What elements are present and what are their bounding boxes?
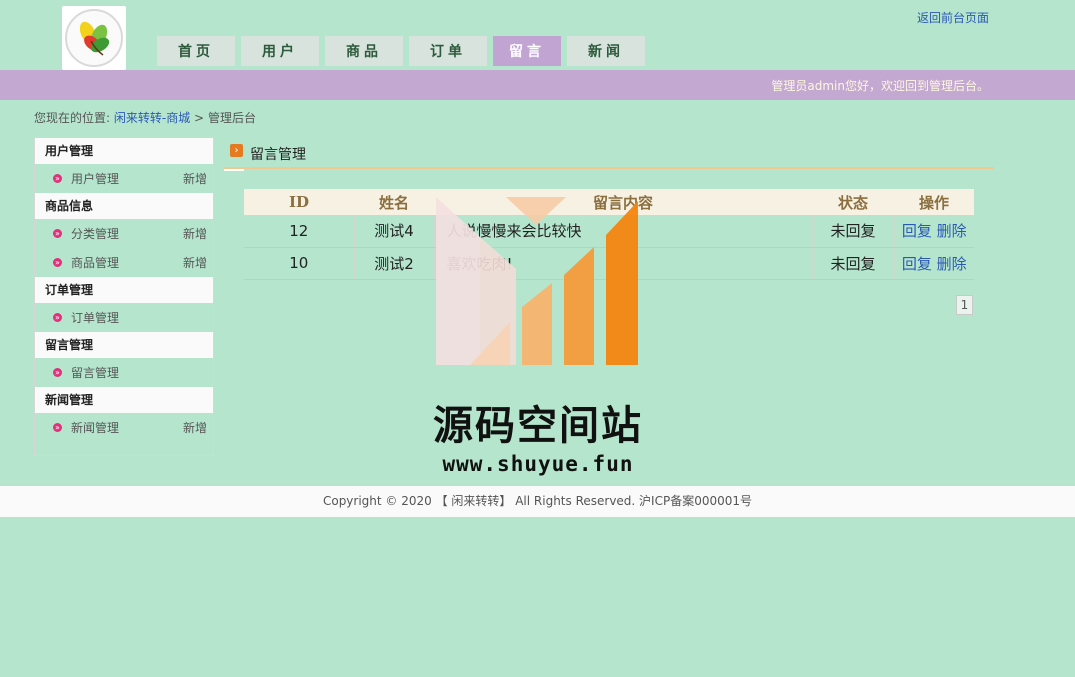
reply-link[interactable]: 回复 xyxy=(902,255,932,273)
delete-link[interactable]: 删除 xyxy=(937,222,967,240)
page-title: 留言管理 xyxy=(250,147,306,163)
cell-actions: 回复 删除 xyxy=(894,215,974,248)
sidebar-section-news: 新闻管理 xyxy=(35,387,213,413)
column-header-name: 姓名 xyxy=(354,189,434,215)
breadcrumb: 您现在的位置: 闲来转转-商城 > 管理后台 xyxy=(34,109,256,126)
nav-news[interactable]: 新闻 xyxy=(567,36,645,66)
delete-link[interactable]: 删除 xyxy=(937,255,967,273)
sidebar-item-order-management[interactable]: » 订单管理 xyxy=(35,303,213,332)
sidebar-add-product-link[interactable]: 新增 xyxy=(183,254,207,271)
arrow-bullet-icon: » xyxy=(53,258,62,267)
sidebar-item-message-management[interactable]: » 留言管理 xyxy=(35,358,213,387)
sidebar-item-label[interactable]: 订单管理 xyxy=(71,309,119,326)
breadcrumb-current: 管理后台 xyxy=(207,111,256,125)
leaf-logo-icon xyxy=(65,9,123,67)
sidebar-item-product-management[interactable]: » 商品管理 新增 xyxy=(35,248,213,277)
sidebar-section-messages: 留言管理 xyxy=(35,332,213,358)
copyright-text: Copyright © 2020 【 闲来转转】 All Rights Rese… xyxy=(322,494,753,508)
sidebar-item-user-management[interactable]: » 用户管理 新增 xyxy=(35,164,213,193)
sidebar-item-label[interactable]: 商品管理 xyxy=(71,254,119,271)
header-banner: 管理员admin您好，欢迎回到管理后台。 xyxy=(0,70,1075,100)
breadcrumb-site-link[interactable]: 闲来转转-商城 xyxy=(114,111,190,125)
sidebar-item-label[interactable]: 新闻管理 xyxy=(71,419,119,436)
section-header: › 留言管理 xyxy=(224,137,994,171)
arrow-bullet-icon: » xyxy=(53,174,62,183)
sidebar-add-news-link[interactable]: 新增 xyxy=(183,419,207,436)
welcome-text: 管理员admin您好，欢迎回到管理后台。 xyxy=(771,79,989,93)
arrow-bullet-icon: » xyxy=(53,368,62,377)
cell-name: 测试2 xyxy=(354,247,435,280)
nav-orders[interactable]: 订单 xyxy=(409,36,487,66)
cell-actions: 回复 删除 xyxy=(894,247,974,280)
cell-status: 未回复 xyxy=(812,215,895,248)
breadcrumb-prefix: 您现在的位置: xyxy=(34,111,111,125)
main-nav: 首页 用户 商品 订单 留言 新闻 xyxy=(157,36,651,66)
nav-users[interactable]: 用户 xyxy=(241,36,319,66)
cell-id: 10 xyxy=(244,247,355,280)
column-header-status: 状态 xyxy=(812,189,894,215)
nav-products[interactable]: 商品 xyxy=(325,36,403,66)
sidebar: 用户管理 » 用户管理 新增 商品信息 » 分类管理 新增 » 商品管理 新增 订单管… xyxy=(34,137,214,456)
sidebar-add-category-link[interactable]: 新增 xyxy=(183,225,207,242)
arrow-bullet-icon: » xyxy=(53,229,62,238)
reply-link[interactable]: 回复 xyxy=(902,222,932,240)
sidebar-section-users: 用户管理 xyxy=(35,138,213,164)
breadcrumb-separator: > xyxy=(194,111,205,125)
site-logo xyxy=(62,6,126,70)
cell-status: 未回复 xyxy=(812,247,895,280)
title-accent xyxy=(224,169,244,171)
arrow-bullet-icon: » xyxy=(53,313,62,322)
watermark-logo-icon xyxy=(436,197,638,365)
sidebar-section-orders: 订单管理 xyxy=(35,277,213,303)
cell-name: 测试4 xyxy=(354,215,435,248)
footer: Copyright © 2020 【 闲来转转】 All Rights Rese… xyxy=(0,486,1075,517)
watermark-title: 源码空间站 xyxy=(433,403,643,449)
cell-id: 12 xyxy=(244,215,355,248)
nav-messages[interactable]: 留言 xyxy=(493,36,561,66)
column-header-id: ID xyxy=(244,189,354,215)
arrow-bullet-icon: » xyxy=(53,423,62,432)
arrow-right-icon: › xyxy=(230,144,243,157)
watermark-url: www.shuyue.fun xyxy=(442,452,634,476)
nav-home[interactable]: 首页 xyxy=(157,36,235,66)
sidebar-item-news-management[interactable]: » 新闻管理 新增 xyxy=(35,413,213,442)
sidebar-add-user-link[interactable]: 新增 xyxy=(183,170,207,187)
pagination-page[interactable]: 1 xyxy=(956,295,973,315)
column-header-actions: 操作 xyxy=(894,189,974,215)
back-to-frontend-link[interactable]: 返回前台页面 xyxy=(917,9,989,26)
sidebar-item-label[interactable]: 用户管理 xyxy=(71,170,119,187)
sidebar-item-label[interactable]: 分类管理 xyxy=(71,225,119,242)
sidebar-section-products: 商品信息 xyxy=(35,193,213,219)
sidebar-item-category-management[interactable]: » 分类管理 新增 xyxy=(35,219,213,248)
sidebar-item-label[interactable]: 留言管理 xyxy=(71,364,119,381)
